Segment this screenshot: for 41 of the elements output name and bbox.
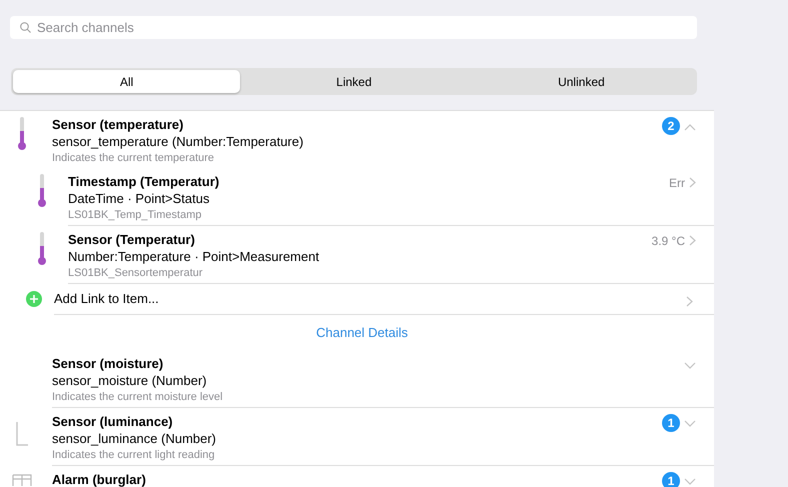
chevron-up-icon[interactable] — [684, 123, 696, 131]
item-state: 3.9 °C — [652, 234, 685, 248]
link-count-badge: 2 — [662, 117, 680, 135]
chevron-down-icon[interactable] — [684, 362, 696, 370]
add-link-link[interactable]: Add Link to Item... — [54, 291, 159, 306]
search-field[interactable]: Search channels — [10, 16, 697, 39]
link-count-badge: 1 — [662, 472, 680, 487]
chevron-right-icon[interactable] — [689, 177, 696, 188]
channel-type: sensor_temperature (Number:Temperature) — [52, 133, 304, 151]
channel-description: Indicates the current temperature — [52, 151, 216, 165]
item-type: DateTime · Point>Status — [68, 190, 210, 208]
channel-title: Sensor (luminance) — [52, 414, 174, 430]
chevron-right-icon[interactable] — [686, 296, 693, 307]
link-count-badge: 1 — [662, 414, 680, 432]
item-label: Sensor (Temperatur) — [68, 232, 196, 248]
channel-description: Indicates the current moisture level — [52, 390, 223, 404]
filter-tab[interactable]: Unlinked — [468, 70, 695, 93]
chevron-down-icon[interactable] — [684, 478, 696, 486]
filter-tab[interactable]: All — [13, 70, 240, 93]
search-icon — [20, 22, 31, 33]
channel-title: Sensor (moisture) — [52, 356, 164, 372]
item-name: LS01BK_Temp_Timestamp — [68, 208, 202, 222]
item-name: LS01BK_Sensortemperatur — [68, 266, 204, 280]
chevron-down-icon[interactable] — [684, 420, 696, 428]
channel-description: Indicates the current light reading — [52, 448, 216, 462]
item-type: Number:Temperature · Point>Measurement — [68, 248, 320, 266]
item-state: Err — [669, 176, 685, 190]
corner-bracket-icon — [16, 422, 28, 446]
add-icon — [26, 291, 42, 307]
channel-title: Sensor (temperature) — [52, 117, 184, 133]
thermometer-icon — [18, 117, 26, 151]
thermometer-icon — [38, 174, 46, 208]
item-label: Timestamp (Temperatur) — [68, 174, 220, 190]
channel-details-link[interactable]: Channel Details — [316, 324, 408, 340]
channel-type: sensor_luminance (Number) — [52, 430, 216, 448]
thermometer-icon — [38, 232, 46, 266]
channel-title: Alarm (burglar) — [52, 472, 146, 487]
window-icon — [12, 474, 32, 486]
filter-tab[interactable]: Linked — [240, 70, 468, 93]
chevron-right-icon[interactable] — [689, 235, 696, 246]
channel-type: sensor_moisture (Number) — [52, 372, 208, 390]
